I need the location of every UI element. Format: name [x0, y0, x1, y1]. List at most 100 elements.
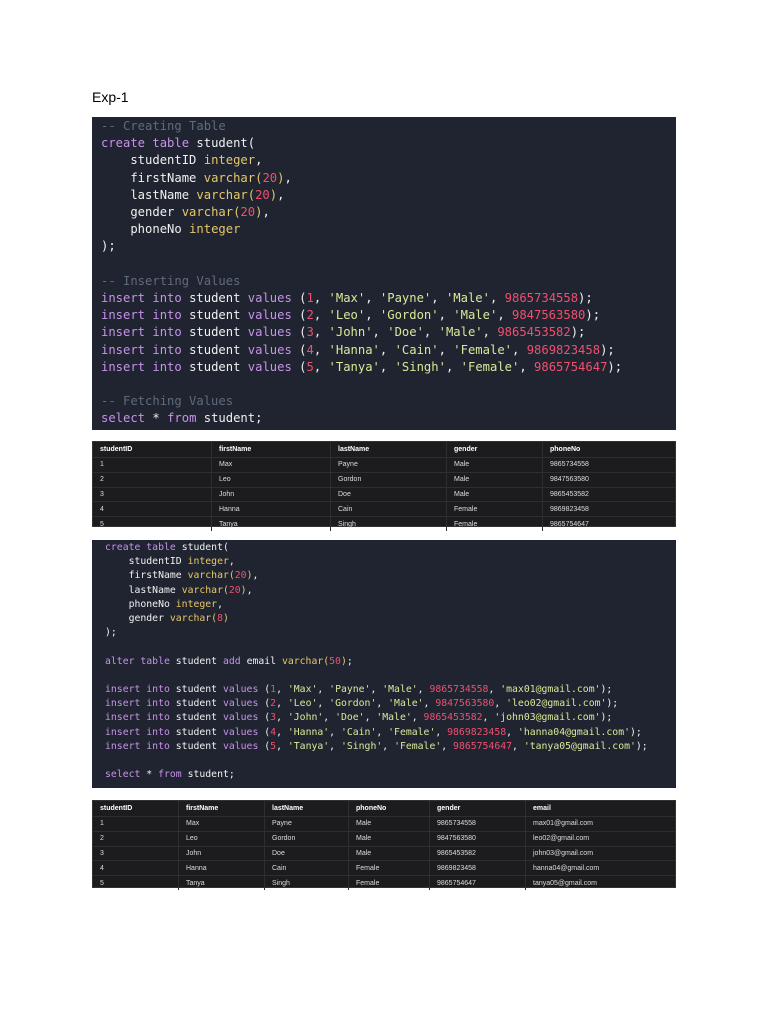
code-text: ,: [488, 684, 501, 696]
code-line: insert into student values (5, 'Tanya', …: [101, 359, 676, 376]
code-keyword: insert into: [105, 684, 176, 696]
code-text: student(: [196, 136, 256, 151]
code-text: ,: [262, 205, 270, 220]
code-line: insert into student values (3, 'John', '…: [105, 711, 676, 725]
code-text: student: [189, 291, 248, 306]
code-text: student;: [203, 411, 263, 426]
sql-code-block-1: -- Creating Table create table student( s…: [92, 117, 676, 430]
code-type: integer: [203, 153, 256, 168]
code-keyword: insert into: [101, 359, 190, 374]
table-cell: 9865734558: [430, 817, 526, 831]
code-type: ): [222, 613, 229, 625]
code-keyword: select: [101, 411, 153, 426]
code-text: ,: [370, 684, 383, 696]
table-cell: leo02@gmail.com: [533, 835, 590, 843]
code-keyword: insert into: [105, 740, 176, 752]
code-text: ,: [313, 359, 329, 374]
code-text: ,: [228, 556, 235, 568]
code-type: varchar(: [187, 570, 235, 582]
code-text: ,: [423, 698, 436, 710]
table-cell: max01@gmail.com: [533, 820, 594, 828]
code-text: );: [600, 342, 615, 357]
code-line: );: [101, 238, 676, 255]
code-string: 'Male': [382, 684, 418, 696]
column-header: lastName: [265, 801, 349, 816]
code-keyword: values: [247, 291, 300, 306]
code-text: ,: [246, 584, 253, 596]
table-row: 3 John Doe Male 9865453582: [93, 487, 675, 503]
code-text: student(: [181, 542, 229, 553]
column-header: phoneNo: [349, 801, 430, 816]
code-line: [105, 669, 676, 683]
table-cell: 3: [93, 487, 212, 502]
code-text: ,: [329, 740, 341, 752]
code-text: ,: [276, 712, 288, 724]
table-cell: 9865453582: [550, 490, 589, 498]
code-line: -- Fetching Values: [101, 393, 676, 410]
code-string: 'Payne': [329, 684, 371, 696]
code-text: ,: [489, 291, 505, 306]
code-text: ,: [445, 359, 461, 374]
column-header: gender: [430, 801, 526, 816]
code-text: );: [585, 308, 601, 323]
table-header-row: studentID firstName lastName phoneNo gender e…: [93, 801, 675, 817]
code-number: 4: [306, 342, 314, 357]
table-cell: Singh: [265, 876, 349, 890]
code-keyword: add: [222, 655, 247, 667]
code-text: student: [189, 325, 248, 340]
code-text: ,: [276, 684, 288, 696]
table-row: 5 Tanya Singh Female 9865754647: [93, 517, 675, 531]
code-string: 'Tanya': [287, 740, 330, 752]
code-keyword: insert into: [105, 726, 176, 738]
code-text: ,: [438, 342, 454, 357]
code-line: firstName varchar(20),: [101, 170, 676, 187]
code-string: 'Male': [376, 712, 412, 724]
code-number: 50: [329, 655, 341, 667]
code-number: 9865453582: [497, 325, 571, 340]
table-cell: Cain: [265, 861, 349, 876]
table-cell: 9865754647: [550, 520, 589, 528]
code-text: ,: [276, 740, 288, 752]
code-text: ,: [494, 698, 507, 710]
table-cell: 4: [93, 861, 179, 876]
code-string: 'Cain': [340, 726, 377, 738]
code-text: ,: [255, 153, 263, 168]
code-text: ,: [313, 342, 329, 357]
code-line: insert into student values (4, 'Hanna', …: [105, 726, 676, 740]
code-keyword: insert into: [101, 291, 190, 306]
code-keyword: insert into: [101, 308, 190, 323]
code-line: [105, 754, 676, 768]
code-type: varchar(: [196, 187, 256, 202]
code-text: ,: [411, 712, 424, 724]
code-text: ,: [379, 342, 395, 357]
sql-code-block-2: create table student( studentID integer,…: [92, 540, 676, 788]
code-number: 9865754647: [534, 359, 608, 374]
code-keyword: values: [222, 726, 265, 738]
code-text: ,: [365, 291, 380, 306]
code-string: 'Singh': [340, 740, 383, 752]
code-string: 'Female': [388, 726, 436, 738]
code-keyword: values: [247, 308, 300, 323]
code-text: ,: [512, 342, 527, 357]
column-header: gender: [447, 442, 543, 457]
table-cell: Tanya: [212, 517, 331, 531]
table-cell: 2: [93, 472, 212, 487]
code-number: 9865734558: [429, 684, 489, 696]
code-keyword: insert into: [101, 325, 190, 340]
code-text: student: [175, 726, 223, 738]
code-text: student: [175, 712, 223, 724]
code-text: );: [578, 291, 593, 306]
code-comment: -- Creating Table: [101, 119, 226, 133]
code-text: ,: [317, 698, 330, 710]
code-string: 'Leo': [287, 698, 318, 710]
table-cell: 9847563580: [430, 831, 526, 846]
code-text: ,: [376, 726, 389, 738]
table-cell: 2: [93, 831, 179, 846]
code-text: ,: [519, 359, 535, 374]
code-text: gender: [105, 613, 170, 625]
code-line: insert into student values (2, 'Leo', 'G…: [101, 307, 676, 324]
table-cell: john03@gmail.com: [533, 849, 594, 857]
code-string: 'hanna04@gmail.com': [517, 726, 630, 738]
